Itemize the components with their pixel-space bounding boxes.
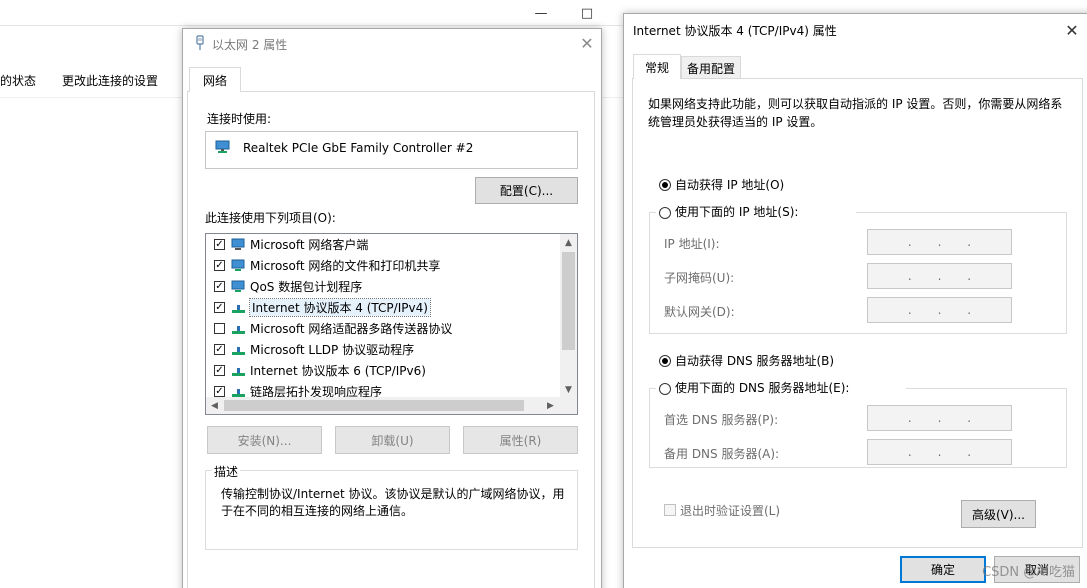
toolbar-change-settings[interactable]: 更改此连接的设置 [62,72,158,89]
vertical-scroll-thumb[interactable] [562,252,575,350]
checkbox-checked[interactable]: ✓ [214,260,225,271]
manual-ip-radio[interactable] [659,207,671,219]
auto-dns-radio[interactable] [659,355,671,367]
alternate-dns-label: 备用 DNS 服务器(A): [664,447,780,461]
toolbar-view-status[interactable]: 的状态 [0,72,36,89]
background-titlebar: — □ [0,0,630,26]
ethernet-properties-dialog: 以太网 2 属性 ✕ 网络 连接时使用: Realtek PCIe GbE Fa… [182,28,602,588]
manual-dns-radio[interactable] [659,383,671,395]
tab-general[interactable]: 常规 [633,54,681,79]
protocol-icon [232,368,245,376]
manual-dns-radio-label[interactable]: 使用下面的 DNS 服务器地址(E): [675,379,849,396]
scroll-right-icon[interactable]: ▶ [542,397,559,414]
close-icon[interactable]: ✕ [573,31,601,55]
network-adapter-icon [215,140,230,153]
checkbox-checked[interactable]: ✓ [214,365,225,376]
properties-button[interactable]: 属性(R) [463,426,578,454]
scroll-down-icon[interactable]: ▼ [560,381,577,398]
checkbox-checked[interactable]: ✓ [214,281,225,292]
list-item[interactable]: ✓ QoS 数据包计划程序 [206,276,561,297]
protocol-icon [232,305,245,313]
description-legend: 描述 [212,463,241,480]
ipv4-dialog-titlebar[interactable]: Internet 协议版本 4 (TCP/IPv4) 属性 ✕ [624,14,1087,42]
list-item[interactable]: Microsoft 网络适配器多路传送器协议 [206,318,561,339]
tab-network[interactable]: 网络 [189,67,241,92]
auto-dns-radio-label[interactable]: 自动获得 DNS 服务器地址(B) [675,352,834,369]
list-item[interactable]: ✓ Internet 协议版本 4 (TCP/IPv4) [206,297,561,318]
manual-ip-radio-label[interactable]: 使用下面的 IP 地址(S): [675,203,798,220]
file-printer-sharing-icon [231,259,245,271]
gateway-field[interactable]: ... [867,297,1012,323]
minimize-icon[interactable]: — [518,0,564,26]
items-label: 此连接使用下列项目(O): [205,211,336,225]
uninstall-button[interactable]: 卸载(U) [335,426,450,454]
ip-address-label: IP 地址(I): [664,237,720,251]
ipv4-properties-dialog: Internet 协议版本 4 (TCP/IPv4) 属性 ✕ 常规 备用配置 … [623,13,1087,588]
scroll-up-icon[interactable]: ▲ [560,234,577,251]
auto-ip-radio[interactable] [659,179,671,191]
maximize-icon[interactable]: □ [564,0,610,26]
list-item-label: Microsoft 网络客户端 [250,238,369,252]
adapter-name: Realtek PCIe GbE Family Controller #2 [243,141,474,155]
checkbox-checked[interactable]: ✓ [214,386,225,397]
advanced-button[interactable]: 高级(V)... [961,500,1036,528]
close-icon[interactable]: ✕ [1058,18,1086,42]
checkbox-checked[interactable]: ✓ [214,239,225,250]
list-item-label: Microsoft 网络适配器多路传送器协议 [250,322,453,336]
list-item[interactable]: ✓ Microsoft 网络客户端 [206,234,561,255]
description-text: 传输控制协议/Internet 协议。该协议是默认的广域网络协议，用于在不同的相… [221,487,565,518]
components-list[interactable]: ✓ Microsoft 网络客户端 ✓ Microsoft 网络的文件和打印机共… [205,233,578,415]
validate-on-exit-checkbox[interactable] [664,504,676,516]
alternate-dns-field[interactable]: ... [867,439,1012,465]
subnet-mask-field[interactable]: ... [867,263,1012,289]
monitor-icon [231,238,245,250]
description-group: 描述 传输控制协议/Internet 协议。该协议是默认的广域网络协议，用于在不… [205,463,578,550]
preferred-dns-label: 首选 DNS 服务器(P): [664,413,779,427]
vertical-scrollbar[interactable]: ▲ ▼ [560,234,577,398]
protocol-icon [232,347,245,355]
ethernet-dialog-titlebar[interactable]: 以太网 2 属性 ✕ [183,29,601,57]
gateway-label: 默认网关(D): [664,305,735,319]
checkbox-checked[interactable]: ✓ [214,302,225,313]
list-item-label: Microsoft LLDP 协议驱动程序 [250,343,415,357]
list-item-label: QoS 数据包计划程序 [250,280,363,294]
list-item[interactable]: ✓ Internet 协议版本 6 (TCP/IPv6) [206,360,561,381]
ok-button[interactable]: 确定 [900,556,986,583]
list-item-label: Internet 协议版本 6 (TCP/IPv6) [250,364,426,378]
qos-scheduler-icon [231,280,245,292]
horizontal-scrollbar[interactable]: ◀ ▶ [206,397,577,414]
preferred-dns-field[interactable]: ... [867,405,1012,431]
ethernet-dialog-title: 以太网 2 属性 [212,38,288,52]
connect-using-label: 连接时使用: [207,112,272,126]
intro-text: 如果网络支持此功能，则可以获取自动指派的 IP 设置。否则，你需要从网络系统管理… [648,97,1063,129]
protocol-icon [232,326,245,334]
ipv4-dialog-title: Internet 协议版本 4 (TCP/IPv4) 属性 [633,24,837,38]
ethernet-cable-icon [196,35,204,50]
install-button[interactable]: 安装(N)... [207,426,322,454]
list-item[interactable]: ✓ Microsoft 网络的文件和打印机共享 [206,255,561,276]
subnet-label: 子网掩码(U): [664,271,735,285]
list-item[interactable]: ✓ Microsoft LLDP 协议驱动程序 [206,339,561,360]
checkbox-unchecked[interactable] [214,323,225,334]
auto-ip-radio-label[interactable]: 自动获得 IP 地址(O) [675,176,784,193]
configure-button[interactable]: 配置(C)... [475,177,578,204]
adapter-box: Realtek PCIe GbE Family Controller #2 [205,131,578,169]
checkbox-checked[interactable]: ✓ [214,344,225,355]
horizontal-scroll-thumb[interactable] [224,400,524,411]
validate-on-exit-label[interactable]: 退出时验证设置(L) [680,502,780,519]
tab-alternate-config[interactable]: 备用配置 [681,56,741,79]
ip-address-field[interactable]: ... [867,229,1012,255]
list-item-label-selected: Internet 协议版本 4 (TCP/IPv4) [249,298,431,317]
list-item-label: Microsoft 网络的文件和打印机共享 [250,259,441,273]
scroll-left-icon[interactable]: ◀ [206,397,223,414]
watermark: CSDN @AI吃猫 [982,565,1075,580]
